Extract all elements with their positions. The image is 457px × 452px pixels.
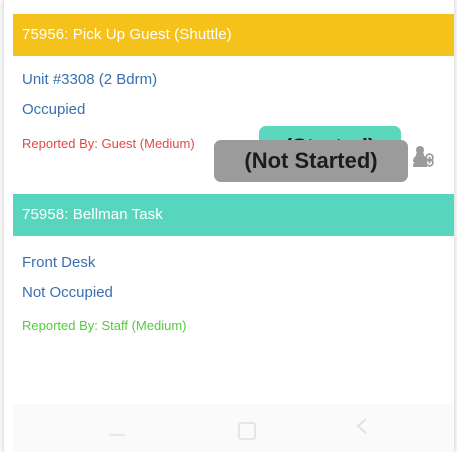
task-reported-by: Reported By: Guest (Medium) — [22, 136, 195, 151]
recent-apps-icon[interactable] — [109, 434, 125, 436]
task-header[interactable]: 75956: Pick Up Guest (Shuttle) — [13, 14, 454, 56]
task-reported-by: Reported By: Staff (Medium) — [22, 318, 187, 333]
navigation-bar — [13, 404, 454, 452]
status-badge: (Not Started) — [214, 140, 408, 182]
back-icon[interactable] — [356, 418, 368, 439]
task-occupancy: Not Occupied — [22, 284, 113, 301]
app-frame: 75956: Pick Up Guest (Shuttle) Unit #330… — [3, 0, 455, 452]
task-card[interactable]: 75958: Bellman Task Front Desk Not Occup… — [13, 194, 454, 404]
task-occupancy: Occupied — [22, 101, 86, 118]
task-location: Unit #3308 (2 Bdrm) — [22, 71, 158, 88]
task-location: Front Desk — [22, 254, 96, 271]
home-icon[interactable] — [238, 422, 256, 440]
assign-user-icon[interactable] — [412, 150, 434, 168]
task-header[interactable]: 75958: Bellman Task — [13, 194, 454, 236]
